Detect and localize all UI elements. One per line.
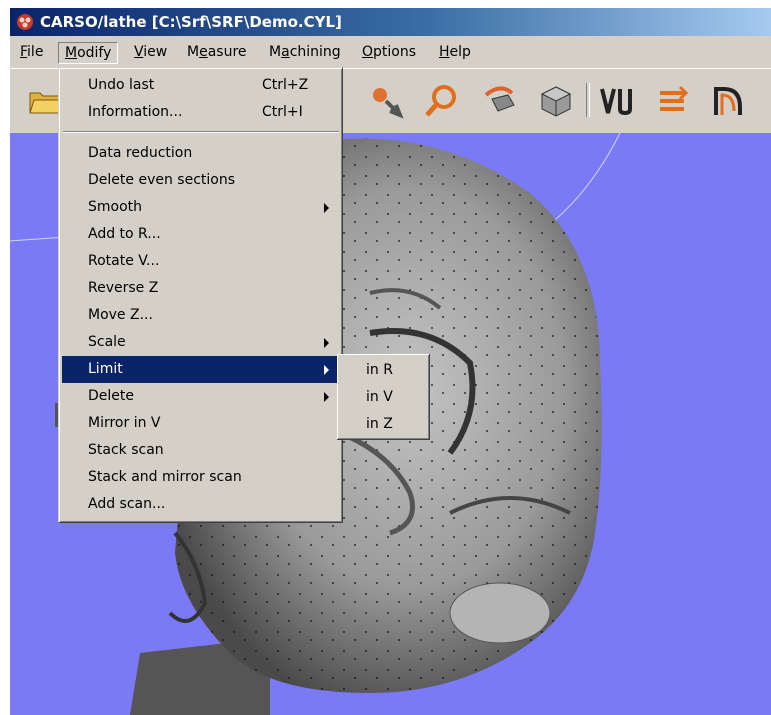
menu-divider [63, 131, 339, 133]
menu-view-label: iew [143, 44, 168, 60]
menu-item-label: Information... [88, 104, 183, 120]
menu-item-label: Mirror in V [88, 415, 161, 431]
menu-item-label: Scale [88, 334, 126, 350]
menu-item-limit[interactable]: Limit [62, 356, 339, 383]
menu-item-scale[interactable]: Scale [62, 329, 339, 356]
submenu-item-label: in R [366, 362, 393, 378]
menu-item-information[interactable]: Information... Ctrl+I [62, 99, 339, 126]
menu-item-data-reduction[interactable]: Data reduction [62, 140, 339, 167]
submenu-arrow-icon [324, 203, 329, 213]
menu-item-label: Delete even sections [88, 172, 235, 188]
modify-menu: Undo last Ctrl+Z Information... Ctrl+I D… [58, 67, 343, 523]
menu-item-label: Reverse Z [88, 280, 159, 296]
app-logo-icon [17, 14, 33, 30]
menu-file[interactable]: File [14, 42, 49, 62]
menu-item-rotate-v[interactable]: Rotate V... [62, 248, 339, 275]
cube-icon[interactable] [536, 81, 576, 121]
menu-item-reverse-z[interactable]: Reverse Z [62, 275, 339, 302]
menu-measure[interactable]: Measure [181, 42, 253, 62]
menu-item-delete[interactable]: Delete [62, 383, 339, 410]
menu-item-smooth[interactable]: Smooth [62, 194, 339, 221]
menu-item-label: Move Z... [88, 307, 153, 323]
menu-item-label: Undo last [88, 77, 155, 93]
menu-machining-access-key: a [281, 44, 290, 60]
window-title: CARSO/lathe [C:\Srf\SRF\Demo.CYL] [40, 13, 342, 31]
submenu-item-in-r[interactable]: in R [340, 357, 426, 384]
rotate-view-icon[interactable] [366, 81, 406, 121]
menu-item-label: Add to R... [88, 226, 161, 242]
menu-help[interactable]: Help [433, 42, 477, 62]
menu-view[interactable]: View [128, 42, 173, 62]
undo-rotate-icon[interactable] [480, 81, 520, 121]
limit-submenu: in R in V in Z [337, 354, 430, 440]
menu-item-label: Stack and mirror scan [88, 469, 242, 485]
title-bar[interactable]: CARSO/lathe [C:\Srf\SRF\Demo.CYL] [10, 8, 771, 36]
menu-item-label: Rotate V... [88, 253, 160, 269]
app-window: CARSO/lathe [C:\Srf\SRF\Demo.CYL] File M… [0, 0, 771, 715]
menu-item-move-z[interactable]: Move Z... [62, 302, 339, 329]
menu-help-access-key: H [439, 44, 450, 60]
menu-options-access-key: O [362, 44, 374, 60]
menu-item-label: Data reduction [88, 145, 193, 161]
arrows-swap-icon[interactable] [652, 81, 692, 121]
zoom-icon[interactable] [422, 81, 462, 121]
submenu-arrow-icon [324, 392, 329, 402]
menu-item-shortcut: Ctrl+Z [262, 77, 309, 93]
submenu-arrow-icon [324, 338, 329, 348]
menu-item-add-to-r[interactable]: Add to R... [62, 221, 339, 248]
submenu-item-label: in V [366, 389, 393, 405]
menu-item-undo-last[interactable]: Undo last Ctrl+Z [62, 72, 339, 99]
menu-item-shortcut: Ctrl+I [262, 104, 303, 120]
menu-item-stack-scan[interactable]: Stack scan [62, 437, 339, 464]
menu-measure-access-key: e [199, 44, 208, 60]
menu-modify-label: odify [77, 45, 112, 61]
menu-file-access-key: F [20, 44, 28, 60]
submenu-item-in-v[interactable]: in V [340, 384, 426, 411]
profile-curve-icon[interactable] [708, 81, 748, 121]
menu-item-label: Limit [88, 361, 123, 377]
menu-view-access-key: V [134, 44, 144, 60]
menu-item-mirror-in-v[interactable]: Mirror in V [62, 410, 339, 437]
menu-options[interactable]: Options [356, 42, 422, 62]
menu-item-stack-and-mirror-scan[interactable]: Stack and mirror scan [62, 464, 339, 491]
menu-item-label: Smooth [88, 199, 143, 215]
submenu-arrow-icon [324, 365, 329, 375]
menu-file-label: ile [27, 44, 44, 60]
menu-item-delete-even-sections[interactable]: Delete even sections [62, 167, 339, 194]
menu-item-add-scan[interactable]: Add scan... [62, 491, 339, 518]
menu-machining[interactable]: Machining [263, 42, 347, 62]
tool-vu-icon[interactable] [596, 81, 636, 121]
submenu-item-label: in Z [366, 416, 393, 432]
menu-item-label: Stack scan [88, 442, 164, 458]
menu-modify-access-key: M [65, 45, 78, 61]
toolbar-separator [586, 83, 590, 117]
menu-bar: File Modify View Measure Machining Optio… [10, 36, 771, 68]
menu-modify[interactable]: Modify [58, 42, 119, 64]
submenu-item-in-z[interactable]: in Z [340, 411, 426, 438]
menu-item-label: Delete [88, 388, 134, 404]
menu-item-label: Add scan... [88, 496, 166, 512]
